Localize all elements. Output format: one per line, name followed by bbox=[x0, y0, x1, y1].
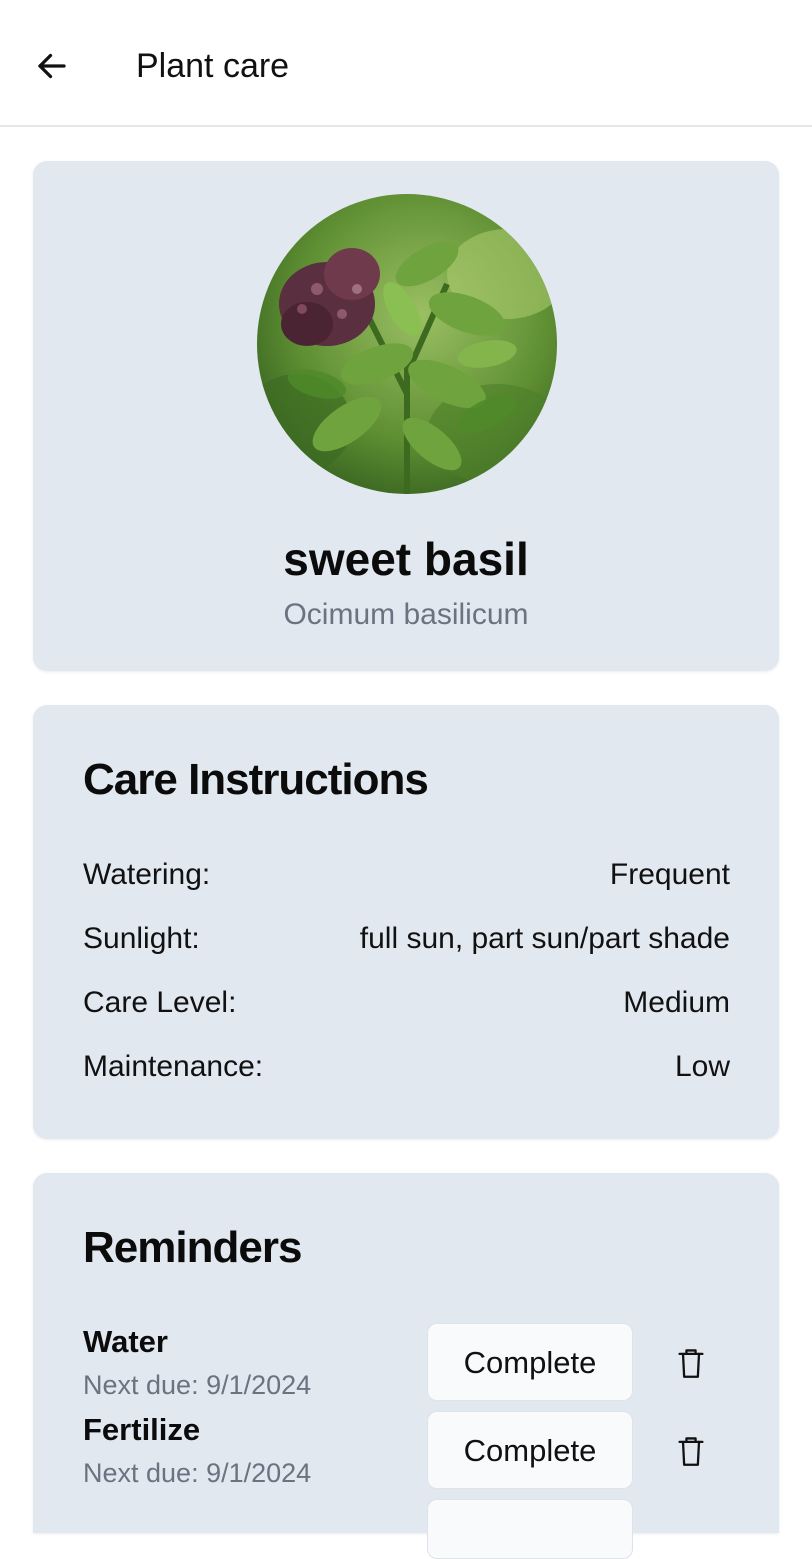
delete-reminder-button[interactable] bbox=[671, 1429, 711, 1473]
care-value: Frequent bbox=[609, 858, 730, 891]
complete-button-partial[interactable] bbox=[427, 1499, 633, 1559]
reminder-item-water: Water Next due: 9/1/2024 Complete bbox=[83, 1323, 743, 1403]
care-row-watering: Watering: Frequent bbox=[83, 855, 730, 895]
back-button[interactable] bbox=[30, 44, 74, 88]
reminders-card: Reminders Water Next due: 9/1/2024 Compl… bbox=[33, 1173, 779, 1559]
care-value: Medium bbox=[623, 986, 730, 1019]
plant-scientific-name: Ocimum basilicum bbox=[283, 598, 529, 631]
reminder-name: Water bbox=[83, 1324, 168, 1359]
reminder-due-date: Next due: 9/1/2024 bbox=[83, 1458, 312, 1488]
plant-common-name: sweet basil bbox=[283, 533, 529, 585]
reminder-item-fertilize: Fertilize Next due: 9/1/2024 Complete bbox=[83, 1411, 743, 1491]
care-instructions-card: Care Instructions Watering: Frequent Sun… bbox=[33, 705, 779, 1139]
plant-photo bbox=[257, 194, 557, 494]
plant-profile-card: sweet basil Ocimum basilicum bbox=[33, 161, 779, 671]
reminder-name: Fertilize bbox=[83, 1412, 201, 1447]
care-label: Sunlight: bbox=[83, 922, 200, 955]
complete-button[interactable]: Complete bbox=[427, 1323, 633, 1401]
arrow-left-icon bbox=[38, 53, 66, 79]
delete-reminder-button[interactable] bbox=[671, 1341, 711, 1385]
reminders-title: Reminders bbox=[83, 1223, 302, 1272]
trash-icon bbox=[678, 1437, 704, 1466]
care-row-care-level: Care Level: Medium bbox=[83, 983, 730, 1023]
complete-button[interactable]: Complete bbox=[427, 1411, 633, 1489]
care-row-sunlight: Sunlight: full sun, part sun/part shade bbox=[83, 919, 730, 959]
app-header: Plant care bbox=[0, 0, 812, 127]
care-row-maintenance: Maintenance: Low bbox=[83, 1047, 730, 1087]
care-value: Low bbox=[674, 1050, 730, 1083]
care-value: full sun, part sun/part shade bbox=[359, 922, 730, 955]
trash-icon bbox=[678, 1349, 704, 1378]
care-label: Maintenance: bbox=[83, 1050, 264, 1083]
page-title: Plant care bbox=[136, 47, 290, 85]
care-label: Watering: bbox=[83, 858, 211, 891]
care-instructions-title: Care Instructions bbox=[83, 755, 429, 804]
care-label: Care Level: bbox=[83, 986, 237, 1019]
reminder-due-date: Next due: 9/1/2024 bbox=[83, 1370, 312, 1400]
